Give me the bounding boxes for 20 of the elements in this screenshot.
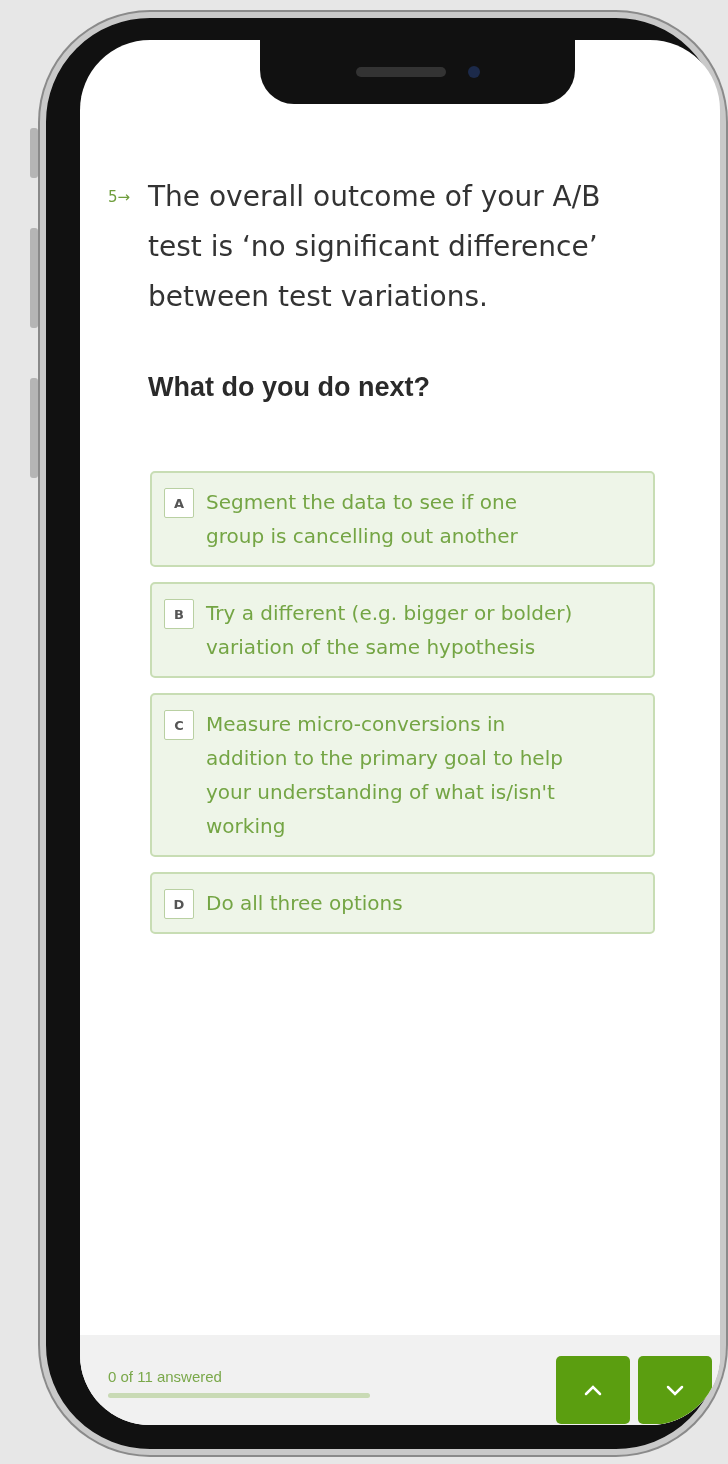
option-text: Try a different (e.g. bigger or bolder) variation of the same hypothesis — [206, 600, 574, 661]
option-key: A — [164, 488, 194, 518]
next-button[interactable] — [638, 1356, 712, 1424]
chevron-up-icon — [584, 1384, 602, 1396]
camera-lens — [467, 66, 480, 78]
answer-option[interactable]: B Try a different (e.g. bigger or bolder) variation of the same hypothesis — [150, 582, 655, 678]
option-text: Segment the data to see if one group is cancelling out another — [206, 489, 519, 550]
answer-option[interactable]: A Segment the data to see if one group is cancelling out another — [150, 471, 655, 567]
option-key: C — [164, 710, 194, 740]
option-key: D — [164, 889, 194, 919]
option-text: Measure micro-conversions in addition to the primary goal to help your understanding of what is/isn't working — [206, 711, 564, 840]
option-key: B — [164, 599, 194, 629]
question-number: 5→ — [108, 187, 132, 206]
answer-option[interactable]: C Measure micro-conversions in addition to the primary goal to help your understanding of what is/isn't working — [150, 693, 655, 857]
question-text: The overall outcome of your A/B test is ‘no significant difference’ between test variations. — [148, 179, 602, 315]
question-prompt: What do you do next? — [148, 372, 431, 403]
option-text: Do all three options — [206, 890, 403, 917]
progress-label: 0 of 11 answered — [108, 1368, 223, 1385]
answer-option[interactable]: D Do all three options — [150, 872, 655, 934]
chevron-down-icon — [666, 1384, 684, 1396]
